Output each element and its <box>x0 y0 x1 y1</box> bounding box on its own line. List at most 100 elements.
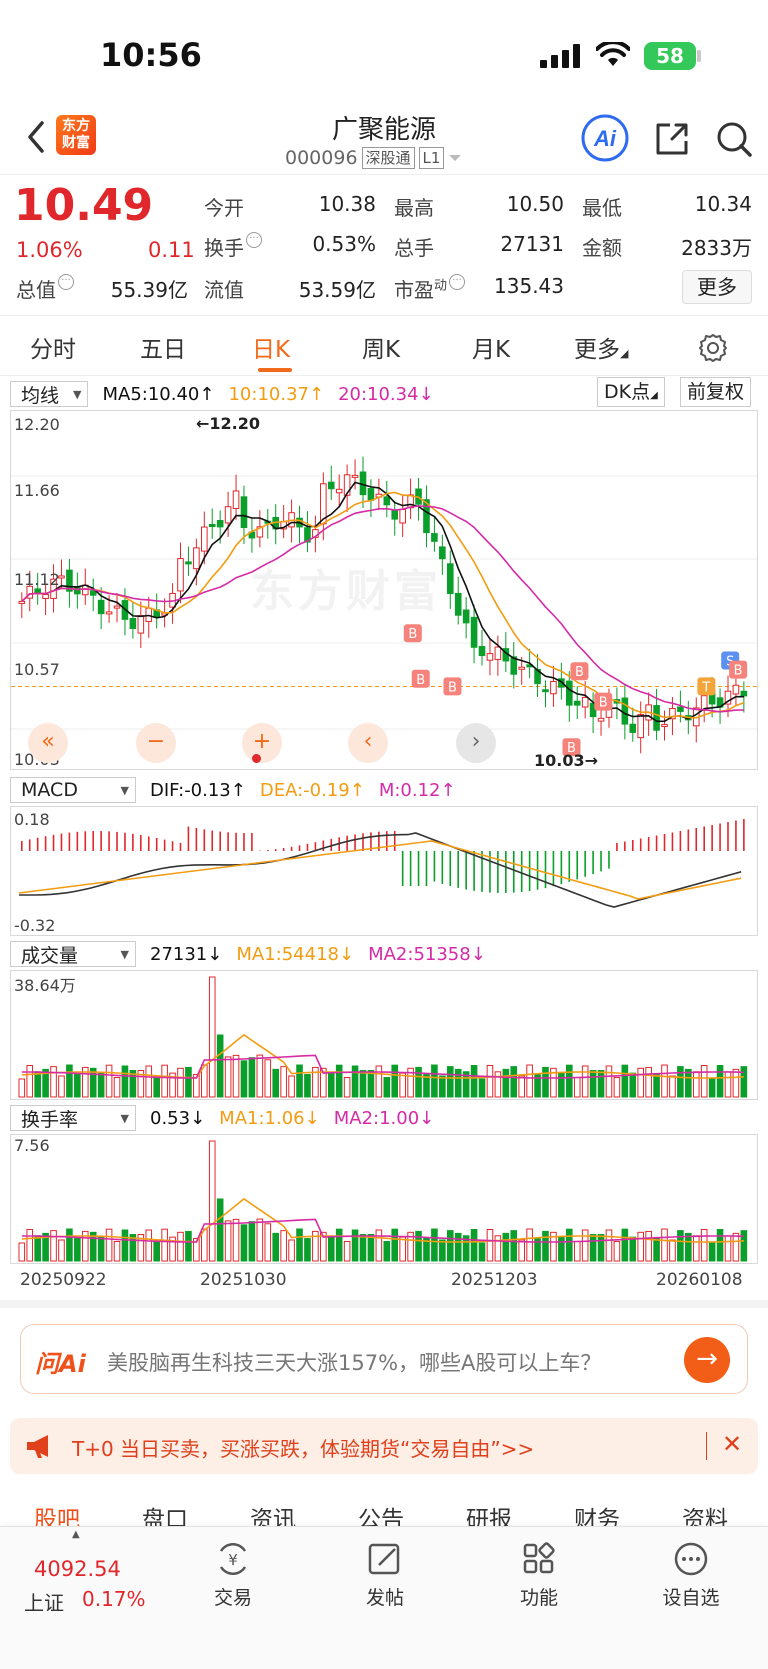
battery-indicator: 58 <box>644 42 696 70</box>
tab-intraday[interactable]: 分时 <box>30 330 76 364</box>
volume-bar <box>685 1068 692 1098</box>
subtab-research[interactable]: 研报 <box>466 1500 512 1526</box>
ma5-value: MA5:10.40 <box>102 383 200 405</box>
macd-panel[interactable] <box>10 806 758 936</box>
scroll-left-button[interactable]: ‹ <box>348 723 388 763</box>
to-ma2-value: MA2:1.00 <box>333 1107 420 1129</box>
adjust-button[interactable]: 前复权 <box>680 377 752 407</box>
volume-bar <box>573 1241 581 1262</box>
promo-banner[interactable]: T+0 当日买卖，买涨买跌，体验期货“交易自由”>> ✕ <box>10 1418 758 1474</box>
nav-functions[interactable]: 功能 <box>494 1541 584 1610</box>
subtab-news[interactable]: 资讯 <box>250 1500 296 1526</box>
ai-assistant-icon[interactable]: Ai <box>580 113 630 163</box>
svg-text:¥: ¥ <box>228 1551 238 1569</box>
volume-selector[interactable]: 成交量 ▼ <box>10 941 136 967</box>
ma-legend-row: 均线 ▼ MA5:10.40↑ 10:10.37↑ 20:10.34↓ <box>10 380 434 408</box>
volume-bar <box>558 1072 565 1098</box>
index-value[interactable]: 4092.54 <box>34 1557 121 1581</box>
macd-selector[interactable]: MACD ▼ <box>10 777 136 803</box>
volume-bar <box>145 1229 153 1262</box>
candle-body <box>399 509 406 524</box>
volume-bar <box>573 1077 581 1098</box>
open-value: 10.38 <box>318 192 376 216</box>
volume-bar <box>208 976 216 1098</box>
volume-bar <box>391 1064 399 1098</box>
candle-body <box>732 684 740 695</box>
subtab-forum[interactable]: 股吧 <box>34 1500 80 1526</box>
volume-bar <box>351 1065 359 1098</box>
gear-icon[interactable] <box>697 332 729 364</box>
m-value: M:0.12 <box>378 779 441 801</box>
tab-monthly-k[interactable]: 月K <box>472 330 510 364</box>
volume-panel[interactable] <box>10 970 758 1100</box>
volume-bar <box>153 1240 160 1262</box>
volume-bar <box>240 1060 248 1098</box>
zoom-in-button[interactable]: + <box>242 723 282 763</box>
candle-body <box>216 520 224 528</box>
tab-weekly-k[interactable]: 周K <box>362 330 400 364</box>
volume-bar <box>359 1070 367 1098</box>
tab-more[interactable]: 更多◢ <box>574 330 628 364</box>
signal-badge-label: B <box>734 664 743 679</box>
candle-body <box>193 547 200 570</box>
volume-bar <box>18 1078 26 1098</box>
volume-bar <box>439 1239 446 1262</box>
scroll-left-fast-button[interactable]: « <box>28 723 68 763</box>
turnover-label[interactable]: 换手 ··· <box>204 232 262 261</box>
volume-bar <box>216 1034 224 1098</box>
turnover-rate-label: 0.53↓ <box>150 1107 206 1129</box>
low-label: 最低 <box>582 196 622 220</box>
zoom-out-button[interactable]: − <box>136 723 176 763</box>
turnover-chart <box>18 1140 748 1262</box>
close-icon[interactable]: ✕ <box>722 1430 742 1458</box>
scroll-right-button[interactable]: › <box>456 723 496 763</box>
mktcap-label[interactable]: 总值 ··· <box>16 274 74 303</box>
volume-bar <box>50 1230 57 1262</box>
volume-bar <box>367 1234 375 1262</box>
arrow-right-icon[interactable]: → <box>684 1337 730 1383</box>
subtab-profile[interactable]: 资料 <box>682 1500 728 1526</box>
index-percent[interactable]: 0.17% <box>82 1587 146 1611</box>
candle-body <box>335 488 343 494</box>
stock-code-row[interactable]: 000096 深股通 L1 <box>285 147 462 169</box>
volume-bar <box>637 1231 645 1262</box>
pe-label[interactable]: 市盈动 ··· <box>394 274 466 303</box>
candle-body <box>581 696 589 708</box>
volume-bar <box>121 1229 129 1262</box>
turnover-panel[interactable] <box>10 1134 758 1264</box>
candle-body <box>486 653 494 661</box>
volume-bar <box>716 1065 724 1098</box>
volume-bar <box>669 1075 676 1098</box>
volume-bar <box>677 1066 684 1098</box>
more-quote-button[interactable]: 更多 <box>682 270 752 304</box>
candle-body <box>177 558 184 592</box>
candle-body <box>367 488 375 501</box>
share-icon[interactable] <box>652 119 692 159</box>
nav-post[interactable]: 发帖 <box>340 1541 430 1610</box>
high-marker-value: 12.20 <box>209 414 261 433</box>
volume-bar <box>629 1072 637 1098</box>
index-name[interactable]: 上证 <box>24 1587 64 1616</box>
search-icon[interactable] <box>714 119 754 159</box>
subtab-announcements[interactable]: 公告 <box>358 1500 404 1526</box>
ai-question-bar[interactable]: 问Ai 美股脑再生科技三天大涨157%，哪些A股可以上车？ → <box>20 1324 748 1394</box>
ma10-label: 10:10.37↑ <box>228 384 324 405</box>
ma-selector[interactable]: 均线 ▼ <box>10 381 89 407</box>
nav-add-watchlist[interactable]: 设自选 <box>646 1541 736 1610</box>
dif-value: DIF:-0.13 <box>150 779 231 801</box>
turnover-selector[interactable]: 换手率 ▼ <box>10 1105 136 1131</box>
subtab-finance[interactable]: 财务 <box>574 1500 620 1526</box>
tab-five-day[interactable]: 五日 <box>140 330 186 364</box>
volume-bar <box>399 1236 406 1262</box>
volume-bar <box>605 1065 613 1098</box>
tab-more-label: 更多 <box>574 337 620 363</box>
tab-daily-k[interactable]: 日K <box>252 330 290 364</box>
subtab-order-book[interactable]: 盘口 <box>142 1500 188 1526</box>
dk-point-button[interactable]: DK点◢ <box>597 377 665 407</box>
vol-ma1-label: MA1:54418↓ <box>236 943 355 965</box>
nav-trade[interactable]: ¥ 交易 <box>188 1541 278 1610</box>
candle-body <box>137 615 145 634</box>
volume-bar <box>208 1140 216 1262</box>
volume-bar <box>645 1066 652 1098</box>
ma5-label: MA5:10.40↑ <box>102 384 214 405</box>
